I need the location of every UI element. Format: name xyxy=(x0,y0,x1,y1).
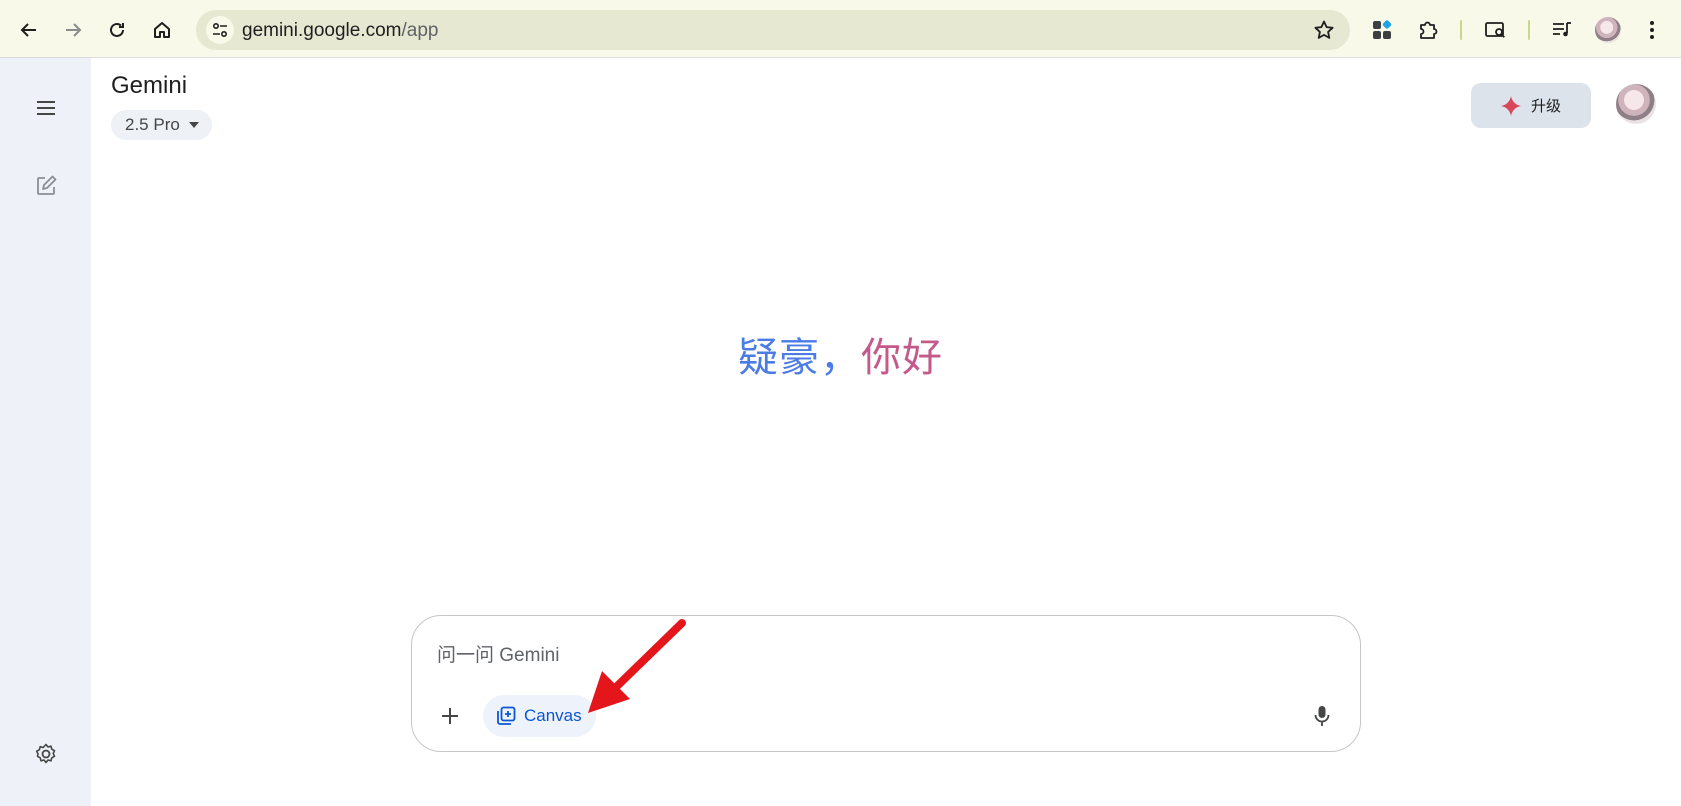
address-bar[interactable]: gemini.google.com/app xyxy=(196,10,1350,50)
back-button[interactable] xyxy=(13,14,45,46)
bookmark-star-icon[interactable] xyxy=(1310,16,1338,44)
caret-down-icon xyxy=(188,122,199,128)
model-selector[interactable]: 2.5 Pro xyxy=(111,110,212,140)
browser-menu-button[interactable] xyxy=(1636,14,1668,46)
microphone-icon xyxy=(1314,706,1330,726)
greeting: 疑豪，你好 xyxy=(0,325,1681,383)
add-attachment-button[interactable] xyxy=(430,696,470,736)
more-vert-icon xyxy=(1650,21,1654,39)
canvas-label: Canvas xyxy=(524,706,582,725)
extension-apps-icon xyxy=(1373,20,1392,39)
prompt-input-box[interactable]: 问一问 Gemini Canvas xyxy=(411,615,1361,752)
toolbar-separator xyxy=(1528,20,1530,40)
apps-extension-button[interactable] xyxy=(1366,14,1398,46)
account-avatar[interactable] xyxy=(1616,84,1656,124)
main-menu-button[interactable] xyxy=(26,88,66,128)
greeting-hello: 你好 xyxy=(861,336,943,380)
plus-icon xyxy=(442,708,458,724)
home-icon xyxy=(154,22,170,38)
side-rail xyxy=(0,58,91,806)
canvas-add-icon xyxy=(497,706,516,725)
profile-button[interactable] xyxy=(1592,14,1624,46)
voice-input-button[interactable] xyxy=(1302,696,1342,736)
tab-search-icon xyxy=(1485,22,1505,38)
new-chat-button[interactable] xyxy=(26,166,66,206)
settings-gear-icon xyxy=(35,743,56,764)
edit-pencil-icon xyxy=(37,175,57,195)
upgrade-button[interactable]: 升级 xyxy=(1471,83,1591,128)
spark-icon xyxy=(1500,95,1521,116)
forward-arrow-icon xyxy=(66,23,82,37)
hamburger-menu-icon xyxy=(37,101,55,115)
extensions-button[interactable] xyxy=(1412,14,1444,46)
greeting-name: 疑豪， xyxy=(738,336,861,380)
back-arrow-icon xyxy=(20,23,36,37)
puzzle-piece-icon xyxy=(1420,21,1438,39)
url-path: /app xyxy=(401,20,439,41)
prompt-placeholder[interactable]: 问一问 Gemini xyxy=(437,640,559,667)
app-title: Gemini xyxy=(111,72,188,99)
site-info-icon[interactable] xyxy=(206,16,234,44)
annotation-arrow xyxy=(588,619,686,713)
reload-icon xyxy=(110,22,124,37)
settings-button[interactable] xyxy=(26,734,66,774)
toolbar-separator xyxy=(1460,20,1462,40)
forward-button[interactable] xyxy=(57,14,89,46)
browser-toolbar: gemini.google.com/app xyxy=(0,0,1681,58)
reload-button[interactable] xyxy=(101,14,133,46)
url-text[interactable]: gemini.google.com/app xyxy=(242,20,438,42)
tab-search-button[interactable] xyxy=(1480,14,1512,46)
profile-avatar-icon xyxy=(1595,17,1621,43)
canvas-button[interactable]: Canvas xyxy=(483,695,596,737)
music-queue-icon xyxy=(1553,22,1571,37)
upgrade-label: 升级 xyxy=(1530,98,1561,115)
url-host: gemini.google.com xyxy=(242,20,402,41)
media-control-button[interactable] xyxy=(1546,14,1578,46)
home-button[interactable] xyxy=(146,14,178,46)
model-label: 2.5 Pro xyxy=(125,115,180,134)
